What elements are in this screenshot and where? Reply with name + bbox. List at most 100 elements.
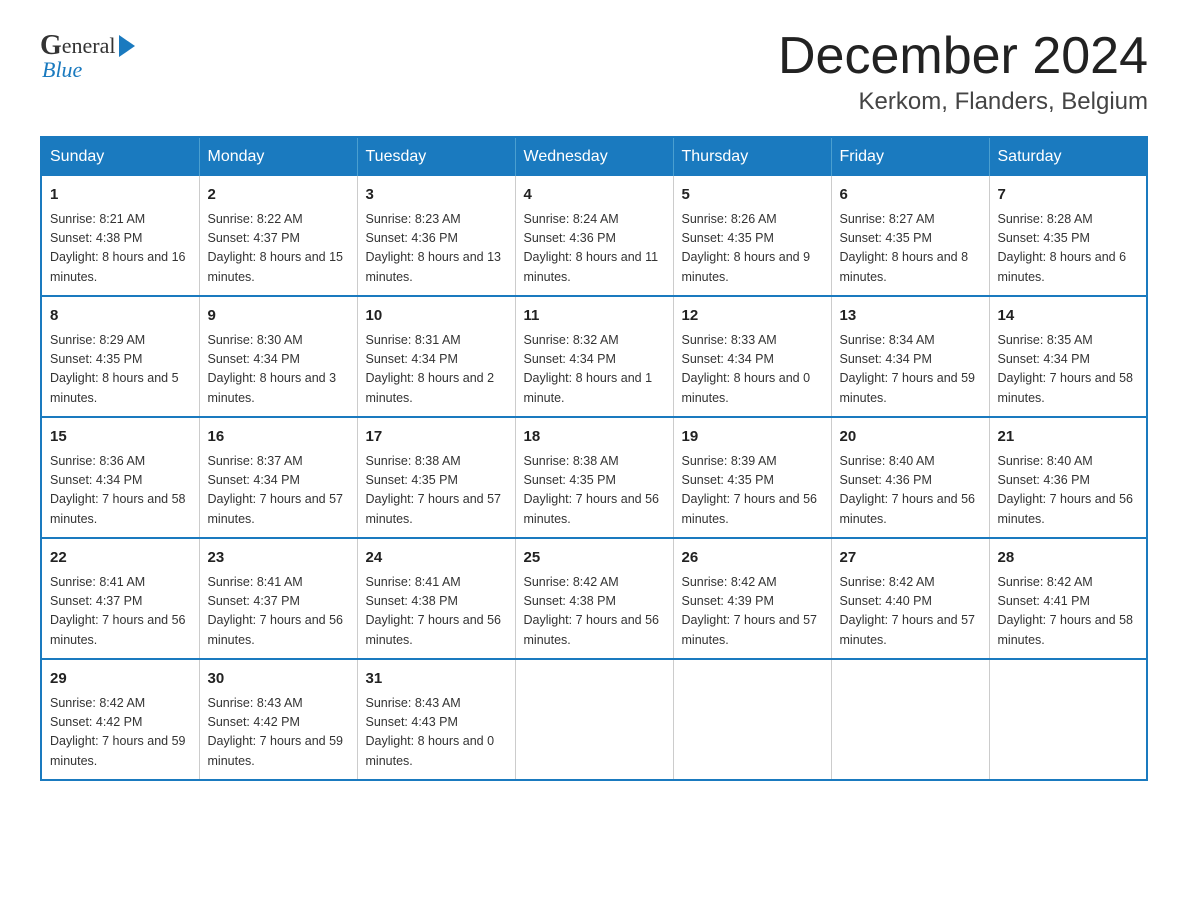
day-number: 20 [840, 426, 981, 449]
day-info: Sunrise: 8:38 AMSunset: 4:35 PMDaylight:… [524, 452, 665, 530]
day-number: 29 [50, 668, 191, 691]
day-number: 1 [50, 184, 191, 207]
calendar-cell: 30 Sunrise: 8:43 AMSunset: 4:42 PMDayligh… [199, 659, 357, 780]
calendar-cell: 11Sunrise: 8:32 AMSunset: 4:34 PMDayligh… [515, 296, 673, 417]
day-info: Sunrise: 8:21 AMSunset: 4:38 PMDaylight:… [50, 210, 191, 288]
calendar-cell: 20Sunrise: 8:40 AMSunset: 4:36 PMDayligh… [831, 417, 989, 538]
day-number: 9 [208, 305, 349, 328]
location-title: Kerkom, Flanders, Belgium [778, 88, 1148, 116]
day-info: Sunrise: 8:36 AMSunset: 4:34 PMDaylight:… [50, 452, 191, 530]
calendar-cell: 12Sunrise: 8:33 AMSunset: 4:34 PMDayligh… [673, 296, 831, 417]
day-info: Sunrise: 8:26 AMSunset: 4:35 PMDaylight:… [682, 210, 823, 288]
calendar-cell: 29 Sunrise: 8:42 AMSunset: 4:42 PMDayligh… [41, 659, 199, 780]
header-thursday: Thursday [673, 137, 831, 176]
day-info: Sunrise: 8:35 AMSunset: 4:34 PMDaylight:… [998, 331, 1139, 409]
calendar-cell: 28 Sunrise: 8:42 AMSunset: 4:41 PMDayligh… [989, 538, 1147, 659]
calendar-cell [831, 659, 989, 780]
calendar-cell: 24 Sunrise: 8:41 AMSunset: 4:38 PMDayligh… [357, 538, 515, 659]
calendar-header-row: SundayMondayTuesdayWednesdayThursdayFrid… [41, 137, 1147, 176]
day-number: 24 [366, 547, 507, 570]
day-number: 27 [840, 547, 981, 570]
week-row-1: 1 Sunrise: 8:21 AMSunset: 4:38 PMDaylight… [41, 176, 1147, 296]
day-number: 14 [998, 305, 1139, 328]
calendar-cell: 9 Sunrise: 8:30 AMSunset: 4:34 PMDaylight… [199, 296, 357, 417]
calendar-cell: 15 Sunrise: 8:36 AMSunset: 4:34 PMDayligh… [41, 417, 199, 538]
calendar-cell [989, 659, 1147, 780]
calendar-table: SundayMondayTuesdayWednesdayThursdayFrid… [40, 136, 1148, 781]
day-info: Sunrise: 8:23 AMSunset: 4:36 PMDaylight:… [366, 210, 507, 288]
day-info: Sunrise: 8:28 AMSunset: 4:35 PMDaylight:… [998, 210, 1139, 288]
calendar-cell: 23Sunrise: 8:41 AMSunset: 4:37 PMDayligh… [199, 538, 357, 659]
day-info: Sunrise: 8:42 AMSunset: 4:39 PMDaylight:… [682, 573, 823, 651]
calendar-cell: 19 Sunrise: 8:39 AMSunset: 4:35 PMDayligh… [673, 417, 831, 538]
day-info: Sunrise: 8:41 AMSunset: 4:37 PMDaylight:… [208, 573, 349, 651]
header-saturday: Saturday [989, 137, 1147, 176]
day-info: Sunrise: 8:42 AMSunset: 4:41 PMDaylight:… [998, 573, 1139, 651]
header-monday: Monday [199, 137, 357, 176]
calendar-cell: 14 Sunrise: 8:35 AMSunset: 4:34 PMDayligh… [989, 296, 1147, 417]
day-info: Sunrise: 8:43 AMSunset: 4:43 PMDaylight:… [366, 694, 507, 772]
calendar-cell [515, 659, 673, 780]
day-info: Sunrise: 8:43 AMSunset: 4:42 PMDaylight:… [208, 694, 349, 772]
calendar-cell: 1 Sunrise: 8:21 AMSunset: 4:38 PMDaylight… [41, 176, 199, 296]
calendar-cell: 7 Sunrise: 8:28 AMSunset: 4:35 PMDaylight… [989, 176, 1147, 296]
week-row-5: 29 Sunrise: 8:42 AMSunset: 4:42 PMDayligh… [41, 659, 1147, 780]
calendar-cell: 4Sunrise: 8:24 AMSunset: 4:36 PMDaylight… [515, 176, 673, 296]
logo-triangle-icon [119, 35, 135, 57]
header-tuesday: Tuesday [357, 137, 515, 176]
day-number: 21 [998, 426, 1139, 449]
day-number: 5 [682, 184, 823, 207]
day-info: Sunrise: 8:29 AMSunset: 4:35 PMDaylight:… [50, 331, 191, 409]
calendar-cell: 27 Sunrise: 8:42 AMSunset: 4:40 PMDayligh… [831, 538, 989, 659]
day-number: 13 [840, 305, 981, 328]
day-info: Sunrise: 8:41 AMSunset: 4:37 PMDaylight:… [50, 573, 191, 651]
day-info: Sunrise: 8:31 AMSunset: 4:34 PMDaylight:… [366, 331, 507, 409]
day-info: Sunrise: 8:22 AMSunset: 4:37 PMDaylight:… [208, 210, 349, 288]
day-info: Sunrise: 8:41 AMSunset: 4:38 PMDaylight:… [366, 573, 507, 651]
day-number: 16 [208, 426, 349, 449]
day-number: 6 [840, 184, 981, 207]
calendar-cell [673, 659, 831, 780]
logo-eneral: eneral [62, 33, 116, 59]
week-row-4: 22Sunrise: 8:41 AMSunset: 4:37 PMDayligh… [41, 538, 1147, 659]
month-title: December 2024 [778, 30, 1148, 82]
header-friday: Friday [831, 137, 989, 176]
day-info: Sunrise: 8:30 AMSunset: 4:34 PMDaylight:… [208, 331, 349, 409]
day-number: 8 [50, 305, 191, 328]
day-info: Sunrise: 8:42 AMSunset: 4:38 PMDaylight:… [524, 573, 665, 651]
day-number: 10 [366, 305, 507, 328]
title-area: December 2024 Kerkom, Flanders, Belgium [778, 30, 1148, 116]
day-info: Sunrise: 8:24 AMSunset: 4:36 PMDaylight:… [524, 210, 665, 288]
week-row-2: 8 Sunrise: 8:29 AMSunset: 4:35 PMDaylight… [41, 296, 1147, 417]
header: G eneral Blue December 2024 Kerkom, Flan… [40, 30, 1148, 116]
calendar-cell: 31 Sunrise: 8:43 AMSunset: 4:43 PMDayligh… [357, 659, 515, 780]
day-number: 31 [366, 668, 507, 691]
day-info: Sunrise: 8:42 AMSunset: 4:40 PMDaylight:… [840, 573, 981, 651]
day-info: Sunrise: 8:42 AMSunset: 4:42 PMDaylight:… [50, 694, 191, 772]
day-info: Sunrise: 8:34 AMSunset: 4:34 PMDaylight:… [840, 331, 981, 409]
calendar-cell: 17Sunrise: 8:38 AMSunset: 4:35 PMDayligh… [357, 417, 515, 538]
calendar-cell: 18 Sunrise: 8:38 AMSunset: 4:35 PMDayligh… [515, 417, 673, 538]
day-number: 19 [682, 426, 823, 449]
day-number: 2 [208, 184, 349, 207]
day-info: Sunrise: 8:37 AMSunset: 4:34 PMDaylight:… [208, 452, 349, 530]
day-number: 7 [998, 184, 1139, 207]
day-info: Sunrise: 8:40 AMSunset: 4:36 PMDaylight:… [998, 452, 1139, 530]
day-number: 28 [998, 547, 1139, 570]
calendar-cell: 3 Sunrise: 8:23 AMSunset: 4:36 PMDaylight… [357, 176, 515, 296]
day-number: 11 [524, 305, 665, 328]
calendar-cell: 26Sunrise: 8:42 AMSunset: 4:39 PMDayligh… [673, 538, 831, 659]
day-number: 15 [50, 426, 191, 449]
calendar-cell: 13 Sunrise: 8:34 AMSunset: 4:34 PMDayligh… [831, 296, 989, 417]
day-number: 30 [208, 668, 349, 691]
day-number: 17 [366, 426, 507, 449]
calendar-cell: 10 Sunrise: 8:31 AMSunset: 4:34 PMDayligh… [357, 296, 515, 417]
calendar-cell: 16 Sunrise: 8:37 AMSunset: 4:34 PMDayligh… [199, 417, 357, 538]
calendar-cell: 21 Sunrise: 8:40 AMSunset: 4:36 PMDayligh… [989, 417, 1147, 538]
calendar-cell: 25Sunrise: 8:42 AMSunset: 4:38 PMDayligh… [515, 538, 673, 659]
day-number: 3 [366, 184, 507, 207]
day-number: 18 [524, 426, 665, 449]
day-info: Sunrise: 8:39 AMSunset: 4:35 PMDaylight:… [682, 452, 823, 530]
logo: G eneral Blue [40, 30, 135, 83]
day-number: 12 [682, 305, 823, 328]
